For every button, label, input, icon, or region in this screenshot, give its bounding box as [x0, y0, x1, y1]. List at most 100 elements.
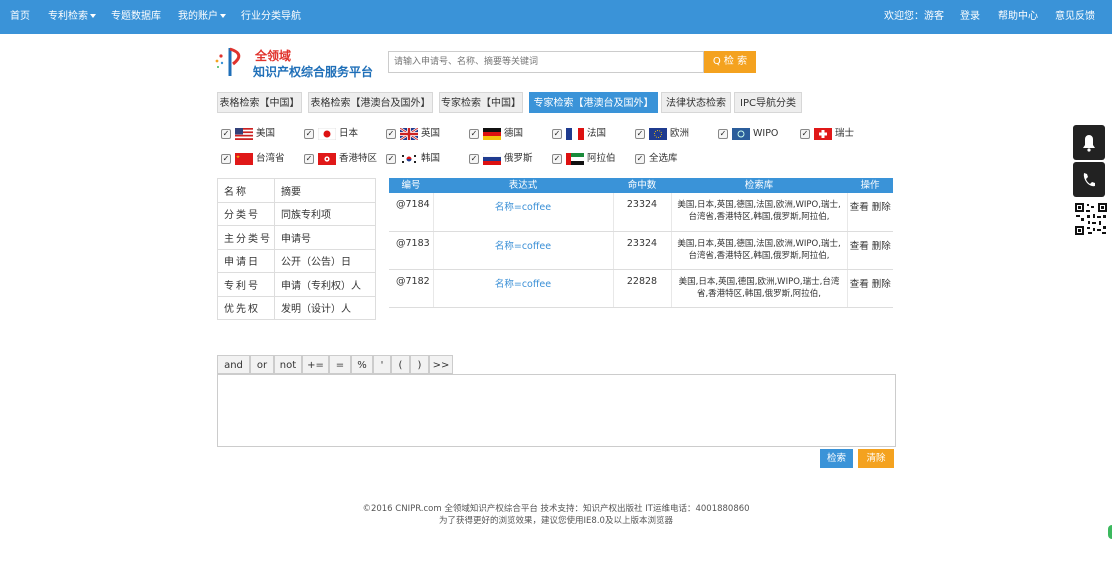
- field-cell[interactable]: 摘要: [274, 178, 376, 203]
- footer-copyright: ©2016 CNIPR.com 全领域知识产权综合平台 技术支持：知识产权出版社…: [362, 504, 750, 514]
- nav-my-account[interactable]: 我的账户: [178, 0, 226, 34]
- kr-flag-icon: [400, 153, 418, 165]
- field-cell[interactable]: 申请号: [274, 225, 376, 250]
- clear-button[interactable]: 清除: [858, 449, 894, 468]
- query-expression-link[interactable]: 名称=coffee: [433, 193, 614, 232]
- table-row: 主分类号 申请号: [217, 225, 376, 250]
- operator-append-button[interactable]: >>: [429, 355, 453, 374]
- checkbox-checked-icon[interactable]: ✓: [718, 129, 728, 139]
- nav-patent-search[interactable]: 专利检索: [48, 0, 96, 34]
- country-label: 法国: [587, 128, 607, 139]
- view-link[interactable]: 查看: [850, 279, 869, 290]
- de-flag-icon: [483, 128, 501, 140]
- checkbox-checked-icon[interactable]: ✓: [221, 154, 231, 164]
- ru-flag-icon: [483, 153, 501, 165]
- country-label: 日本: [339, 128, 359, 139]
- page-footer: ©2016 CNIPR.com 全领域知识产权综合平台 技术支持：知识产权出版社…: [300, 503, 812, 527]
- tab-expert-search-china[interactable]: 专家检索【中国】: [439, 92, 523, 113]
- phone-contact-button[interactable]: [1073, 162, 1105, 197]
- operator-or-button[interactable]: or: [250, 355, 274, 374]
- hit-count: 23324: [613, 193, 672, 232]
- field-cell[interactable]: 分类号: [217, 201, 275, 226]
- table-row: 分类号 同族专利项: [217, 201, 376, 226]
- delete-link[interactable]: 删除: [872, 202, 891, 213]
- tab-table-search-china[interactable]: 表格检索【中国】: [217, 92, 302, 113]
- operator-close-paren-button[interactable]: ): [410, 355, 429, 374]
- tw-flag-icon: [235, 153, 253, 165]
- operator-and-button[interactable]: and: [217, 355, 250, 374]
- operator-plus-equal-button[interactable]: +=: [302, 355, 329, 374]
- checkbox-checked-icon[interactable]: ✓: [304, 154, 314, 164]
- operator-quote-button[interactable]: ': [373, 355, 391, 374]
- nav-patent-search-label: 专利检索: [48, 11, 88, 22]
- country-label: 阿拉伯: [587, 153, 616, 164]
- view-link[interactable]: 查看: [850, 241, 869, 252]
- operator-percent-button[interactable]: %: [351, 355, 373, 374]
- field-cell[interactable]: 同族专利项: [274, 201, 376, 226]
- checkbox-checked-icon[interactable]: ✓: [800, 129, 810, 139]
- tab-ipc-navigation[interactable]: IPC导航分类: [734, 92, 802, 113]
- table-row: 专利号 申请（专利权）人: [217, 272, 376, 297]
- checkbox-checked-icon[interactable]: ✓: [386, 154, 396, 164]
- field-cell[interactable]: 申请（专利权）人: [274, 272, 376, 297]
- field-cell[interactable]: 发明（设计）人: [274, 295, 376, 320]
- login-link[interactable]: 登录: [960, 0, 980, 34]
- top-nav-bar: 首页 专利检索 专题数据库 我的账户 行业分类导航 欢迎您：游客 登录 帮助中心…: [0, 0, 1112, 34]
- field-cell[interactable]: 公开（公告）日: [274, 248, 376, 273]
- help-center-link[interactable]: 帮助中心: [998, 0, 1038, 34]
- checkbox-checked-icon[interactable]: ✓: [386, 129, 396, 139]
- field-reference-table: 名称 摘要 分类号 同族专利项 主分类号 申请号 申请日 公开（公告）日 专利号 申请（专…: [217, 178, 376, 320]
- table-row: 优先权 发明（设计）人: [217, 295, 376, 320]
- field-cell[interactable]: 优先权: [217, 295, 275, 320]
- search-button[interactable]: Q 检 索: [704, 51, 756, 73]
- query-id: @7182: [389, 269, 434, 308]
- nav-topic-db[interactable]: 专题数据库: [111, 0, 161, 34]
- notification-button[interactable]: [1073, 125, 1105, 160]
- checkbox-checked-icon[interactable]: ✓: [635, 129, 645, 139]
- country-label: WIPO: [753, 128, 779, 139]
- site-logo[interactable]: 全领域 知识产权综合服务平台: [213, 46, 373, 80]
- bell-icon: [1083, 135, 1095, 152]
- checkbox-checked-icon[interactable]: ✓: [635, 154, 645, 164]
- query-expression-link[interactable]: 名称=coffee: [433, 231, 614, 270]
- feedback-link[interactable]: 意见反馈: [1055, 0, 1095, 34]
- nav-home[interactable]: 首页: [10, 0, 30, 34]
- tab-expert-search-intl[interactable]: 专家检索【港澳台及国外】: [529, 92, 658, 113]
- country-label: 英国: [421, 128, 441, 139]
- operator-not-button[interactable]: not: [274, 355, 302, 374]
- operator-open-paren-button[interactable]: (: [391, 355, 410, 374]
- column-header: 操作: [847, 178, 893, 193]
- checkbox-checked-icon[interactable]: ✓: [469, 129, 479, 139]
- field-cell[interactable]: 主分类号: [217, 225, 275, 250]
- checkbox-checked-icon[interactable]: ✓: [304, 129, 314, 139]
- delete-link[interactable]: 删除: [872, 241, 891, 252]
- hit-count: 23324: [613, 231, 672, 270]
- operator-equal-button[interactable]: =: [329, 355, 351, 374]
- country-label: 瑞士: [835, 128, 855, 139]
- country-label: 韩国: [421, 153, 441, 164]
- country-label: 欧洲: [670, 128, 690, 139]
- field-cell[interactable]: 名称: [217, 178, 275, 203]
- row-actions: 查看 删除: [847, 231, 893, 270]
- phone-icon: [1083, 173, 1095, 187]
- tab-legal-status-search[interactable]: 法律状态检索: [661, 92, 731, 113]
- checkbox-checked-icon[interactable]: ✓: [469, 154, 479, 164]
- checkbox-checked-icon[interactable]: ✓: [552, 129, 562, 139]
- execute-search-button[interactable]: 检索: [820, 449, 853, 468]
- keyword-search-input[interactable]: [388, 51, 704, 73]
- expression-editor[interactable]: [217, 374, 896, 447]
- tab-table-search-intl[interactable]: 表格检索【港澳台及国外】: [308, 92, 433, 113]
- query-expression-link[interactable]: 名称=coffee: [433, 269, 614, 308]
- checkbox-checked-icon[interactable]: ✓: [221, 129, 231, 139]
- delete-link[interactable]: 删除: [872, 279, 891, 290]
- table-row: @7184 名称=coffee 23324 美国,日本,英国,德国,法国,欧洲,…: [389, 193, 893, 232]
- field-cell[interactable]: 申请日: [217, 248, 275, 273]
- nav-industry-nav[interactable]: 行业分类导航: [241, 0, 301, 34]
- chat-widget-tab[interactable]: [1108, 525, 1112, 539]
- chevron-down-icon: [90, 14, 96, 18]
- country-label: 台湾省: [256, 153, 285, 164]
- checkbox-checked-icon[interactable]: ✓: [552, 154, 562, 164]
- view-link[interactable]: 查看: [850, 202, 869, 213]
- field-cell[interactable]: 专利号: [217, 272, 275, 297]
- welcome-text: 欢迎您：游客: [884, 11, 944, 22]
